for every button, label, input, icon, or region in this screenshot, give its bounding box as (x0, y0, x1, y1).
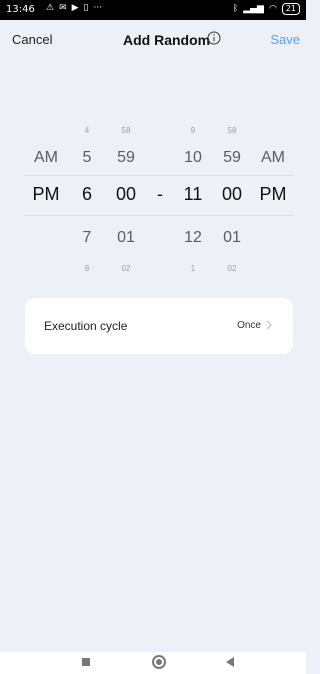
end-hour-far-below[interactable]: 1 (191, 264, 195, 273)
end-period-above[interactable]: AM (261, 149, 285, 167)
execution-cycle-row[interactable]: Execution cycle Once (25, 298, 293, 354)
execution-cycle-value: Once (237, 320, 261, 331)
start-minute-far-below[interactable]: 02 (122, 264, 131, 273)
start-period-selected[interactable]: PM (33, 184, 60, 205)
notification-icons: ⚠ ✉ ▶ ▯ ··· (46, 3, 102, 13)
start-minute-selected[interactable]: 00 (116, 184, 136, 205)
recent-apps-icon[interactable] (82, 658, 90, 666)
start-hour-far-below[interactable]: 8 (85, 264, 89, 273)
signal-icon: ▂▄▆ (243, 4, 264, 14)
home-icon[interactable] (152, 655, 166, 669)
end-hour-above[interactable]: 10 (184, 149, 202, 167)
end-hour-far-above[interactable]: 9 (191, 126, 195, 135)
start-period-above[interactable]: AM (34, 149, 58, 167)
battery-indicator: 21 (281, 3, 300, 15)
end-minute-below[interactable]: 01 (223, 229, 241, 247)
end-hour-below[interactable]: 12 (184, 229, 202, 247)
bluetooth-icon: ᛒ (232, 4, 239, 14)
system-nav-bar (0, 652, 306, 674)
time-range-picker[interactable]: 4 58 9 58 AM 5 59 10 59 AM PM 6 00 - 11 … (0, 105, 306, 295)
page-title: Add Random (123, 32, 211, 48)
execution-cycle-label: Execution cycle (44, 319, 128, 333)
cancel-button[interactable]: Cancel (12, 32, 52, 47)
end-hour-selected[interactable]: 11 (184, 184, 203, 205)
end-minute-selected[interactable]: 00 (222, 184, 242, 205)
more-icon: ··· (93, 3, 103, 13)
end-minute-far-above[interactable]: 58 (228, 126, 237, 135)
start-minute-above[interactable]: 59 (117, 149, 135, 167)
status-time: 13:46 (6, 4, 35, 15)
end-minute-far-below[interactable]: 02 (228, 264, 237, 273)
start-hour-above[interactable]: 5 (83, 149, 92, 167)
message-icon: ✉ (59, 3, 67, 13)
wifi-icon: ◠ (268, 4, 277, 14)
info-icon[interactable] (207, 31, 221, 45)
status-bar: 13:46 ⚠ ✉ ▶ ▯ ··· ᛒ ▂▄▆ ◠ 21 (0, 0, 306, 20)
end-minute-above[interactable]: 59 (223, 149, 241, 167)
alert-icon: ⚠ (46, 3, 55, 13)
selection-top-line (24, 175, 294, 176)
chevron-right-icon (266, 320, 272, 330)
start-minute-far-above[interactable]: 58 (122, 126, 131, 135)
end-period-selected[interactable]: PM (260, 184, 287, 205)
selection-bottom-line (24, 215, 294, 216)
range-separator: - (157, 184, 163, 204)
start-minute-below[interactable]: 01 (117, 229, 135, 247)
start-hour-far-above[interactable]: 4 (85, 126, 89, 135)
sim-icon: ▯ (83, 3, 89, 13)
save-button[interactable]: Save (270, 32, 300, 47)
system-icons: ᛒ ▂▄▆ ◠ 21 (233, 3, 300, 15)
start-hour-below[interactable]: 7 (83, 229, 92, 247)
back-icon[interactable] (226, 657, 234, 667)
play-icon: ▶ (71, 3, 79, 13)
start-hour-selected[interactable]: 6 (82, 184, 92, 205)
